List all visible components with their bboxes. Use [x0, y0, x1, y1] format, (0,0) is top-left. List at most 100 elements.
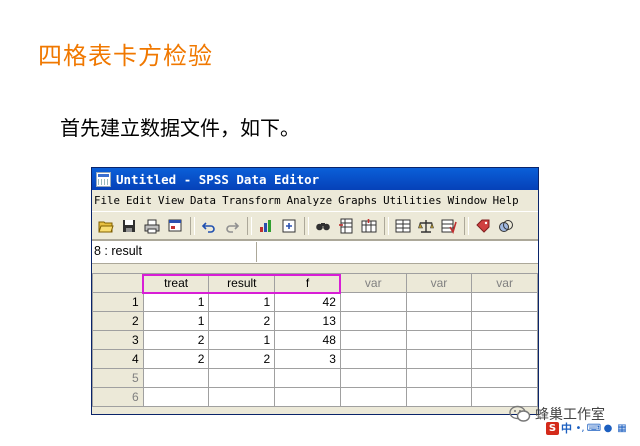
- window-titlebar[interactable]: Untitled - SPSS Data Editor: [92, 168, 538, 190]
- open-icon[interactable]: [95, 215, 116, 236]
- data-cell[interactable]: 1: [208, 292, 276, 312]
- data-cell[interactable]: 2: [208, 349, 276, 369]
- toolbar-separator: [247, 216, 252, 235]
- data-cell[interactable]: [274, 387, 341, 407]
- table-row: 5: [92, 368, 538, 388]
- menu-window[interactable]: Window: [448, 194, 487, 207]
- redo-icon[interactable]: [221, 215, 242, 236]
- data-cell[interactable]: 1: [142, 292, 210, 312]
- data-cell[interactable]: [339, 330, 407, 350]
- split-file-icon[interactable]: [392, 215, 413, 236]
- toolbar-separator: [304, 216, 309, 235]
- data-cell[interactable]: [405, 330, 473, 350]
- column-header-var[interactable]: var: [471, 273, 538, 293]
- menu-graphs[interactable]: Graphs: [338, 194, 377, 207]
- data-cell[interactable]: [339, 292, 407, 312]
- data-cell[interactable]: [339, 349, 407, 369]
- data-cell[interactable]: [471, 368, 538, 388]
- column-header-result[interactable]: result: [208, 273, 276, 293]
- data-cell[interactable]: [471, 349, 538, 369]
- data-cell[interactable]: [405, 311, 473, 331]
- data-cell[interactable]: 13: [274, 311, 341, 331]
- data-cell[interactable]: [471, 330, 538, 350]
- data-cell[interactable]: [142, 387, 210, 407]
- slide-title: 四格表卡方检验: [38, 42, 213, 70]
- ime-logo[interactable]: S: [546, 421, 559, 435]
- cell-reference-bar: 8 : result: [92, 240, 538, 264]
- data-cell[interactable]: 2: [142, 330, 210, 350]
- data-cell[interactable]: [274, 368, 341, 388]
- cell-editor[interactable]: [256, 242, 538, 262]
- select-cases-icon[interactable]: [438, 215, 459, 236]
- menu-utilities[interactable]: Utilities: [383, 194, 442, 207]
- data-cell[interactable]: [405, 387, 473, 407]
- cell-reference: 8 : result: [94, 244, 142, 258]
- row-header[interactable]: 3: [92, 330, 144, 350]
- data-cell[interactable]: [405, 368, 473, 388]
- data-cell[interactable]: [471, 311, 538, 331]
- keyboard-icon[interactable]: ⌨: [587, 422, 601, 434]
- undo-icon[interactable]: [198, 215, 219, 236]
- spss-app-icon[interactable]: [96, 171, 111, 187]
- data-cell[interactable]: 3: [274, 349, 341, 369]
- data-cell[interactable]: 1: [208, 330, 276, 350]
- data-cell[interactable]: [339, 368, 407, 388]
- use-sets-icon[interactable]: [495, 215, 516, 236]
- menu-edit[interactable]: Edit: [126, 194, 152, 207]
- spss-window: Untitled - SPSS Data Editor File Edit Vi…: [91, 167, 539, 415]
- data-cell[interactable]: 48: [274, 330, 341, 350]
- table-row: 1 1 1 42: [92, 292, 538, 312]
- find-icon[interactable]: [312, 215, 333, 236]
- data-cell[interactable]: [339, 311, 407, 331]
- menu-transform[interactable]: Transform: [222, 194, 281, 207]
- column-header-treat[interactable]: treat: [142, 273, 210, 293]
- menu-bar: File Edit View Data Transform Analyze Gr…: [92, 190, 538, 211]
- row-header[interactable]: 5: [92, 368, 144, 388]
- column-header-f[interactable]: f: [274, 273, 341, 293]
- ime-punct-toggle[interactable]: •,: [574, 422, 586, 434]
- toolbar-separator: [384, 216, 389, 235]
- data-cell[interactable]: [405, 292, 473, 312]
- toolbar-separator: [190, 216, 195, 235]
- ime-lang-toggle[interactable]: 中: [561, 420, 572, 436]
- goto-chart-icon[interactable]: [255, 215, 276, 236]
- skin-icon[interactable]: ●: [602, 422, 614, 434]
- row-header[interactable]: 1: [92, 292, 144, 312]
- goto-case-icon[interactable]: [278, 215, 299, 236]
- menu-file[interactable]: File: [94, 194, 120, 207]
- data-cell[interactable]: [405, 349, 473, 369]
- print-icon[interactable]: [141, 215, 162, 236]
- data-cell[interactable]: [142, 368, 210, 388]
- save-icon[interactable]: [118, 215, 139, 236]
- data-grid: treat result f var var var 1 1 1 42 2 1: [92, 273, 538, 407]
- table-row: 6: [92, 387, 538, 407]
- weight-cases-icon[interactable]: [415, 215, 436, 236]
- wechat-icon: [509, 405, 531, 422]
- insert-variable-icon[interactable]: [358, 215, 379, 236]
- menu-view[interactable]: View: [158, 194, 184, 207]
- ime-toolbar[interactable]: S 中 •, ⌨ ● ▦: [546, 420, 628, 436]
- data-cell[interactable]: [208, 387, 276, 407]
- toolbar: [92, 211, 538, 240]
- dialog-recall-icon[interactable]: [164, 215, 185, 236]
- data-cell[interactable]: [208, 368, 276, 388]
- menu-analyze[interactable]: Analyze: [287, 194, 333, 207]
- row-header[interactable]: 4: [92, 349, 144, 369]
- data-cell[interactable]: 2: [208, 311, 276, 331]
- row-header[interactable]: 2: [92, 311, 144, 331]
- data-cell[interactable]: 42: [274, 292, 341, 312]
- data-cell[interactable]: [471, 292, 538, 312]
- column-header-var[interactable]: var: [405, 273, 473, 293]
- table-row: 2 1 2 13: [92, 311, 538, 331]
- row-header[interactable]: 6: [92, 387, 144, 407]
- corner-cell[interactable]: [92, 273, 144, 293]
- menu-data[interactable]: Data: [190, 194, 216, 207]
- value-labels-icon[interactable]: [472, 215, 493, 236]
- data-cell[interactable]: [339, 387, 407, 407]
- data-cell[interactable]: 1: [142, 311, 210, 331]
- menu-help[interactable]: Help: [493, 194, 519, 207]
- column-header-var[interactable]: var: [339, 273, 407, 293]
- data-cell[interactable]: 2: [142, 349, 210, 369]
- settings-icon[interactable]: ▦: [616, 422, 628, 434]
- insert-case-icon[interactable]: [335, 215, 356, 236]
